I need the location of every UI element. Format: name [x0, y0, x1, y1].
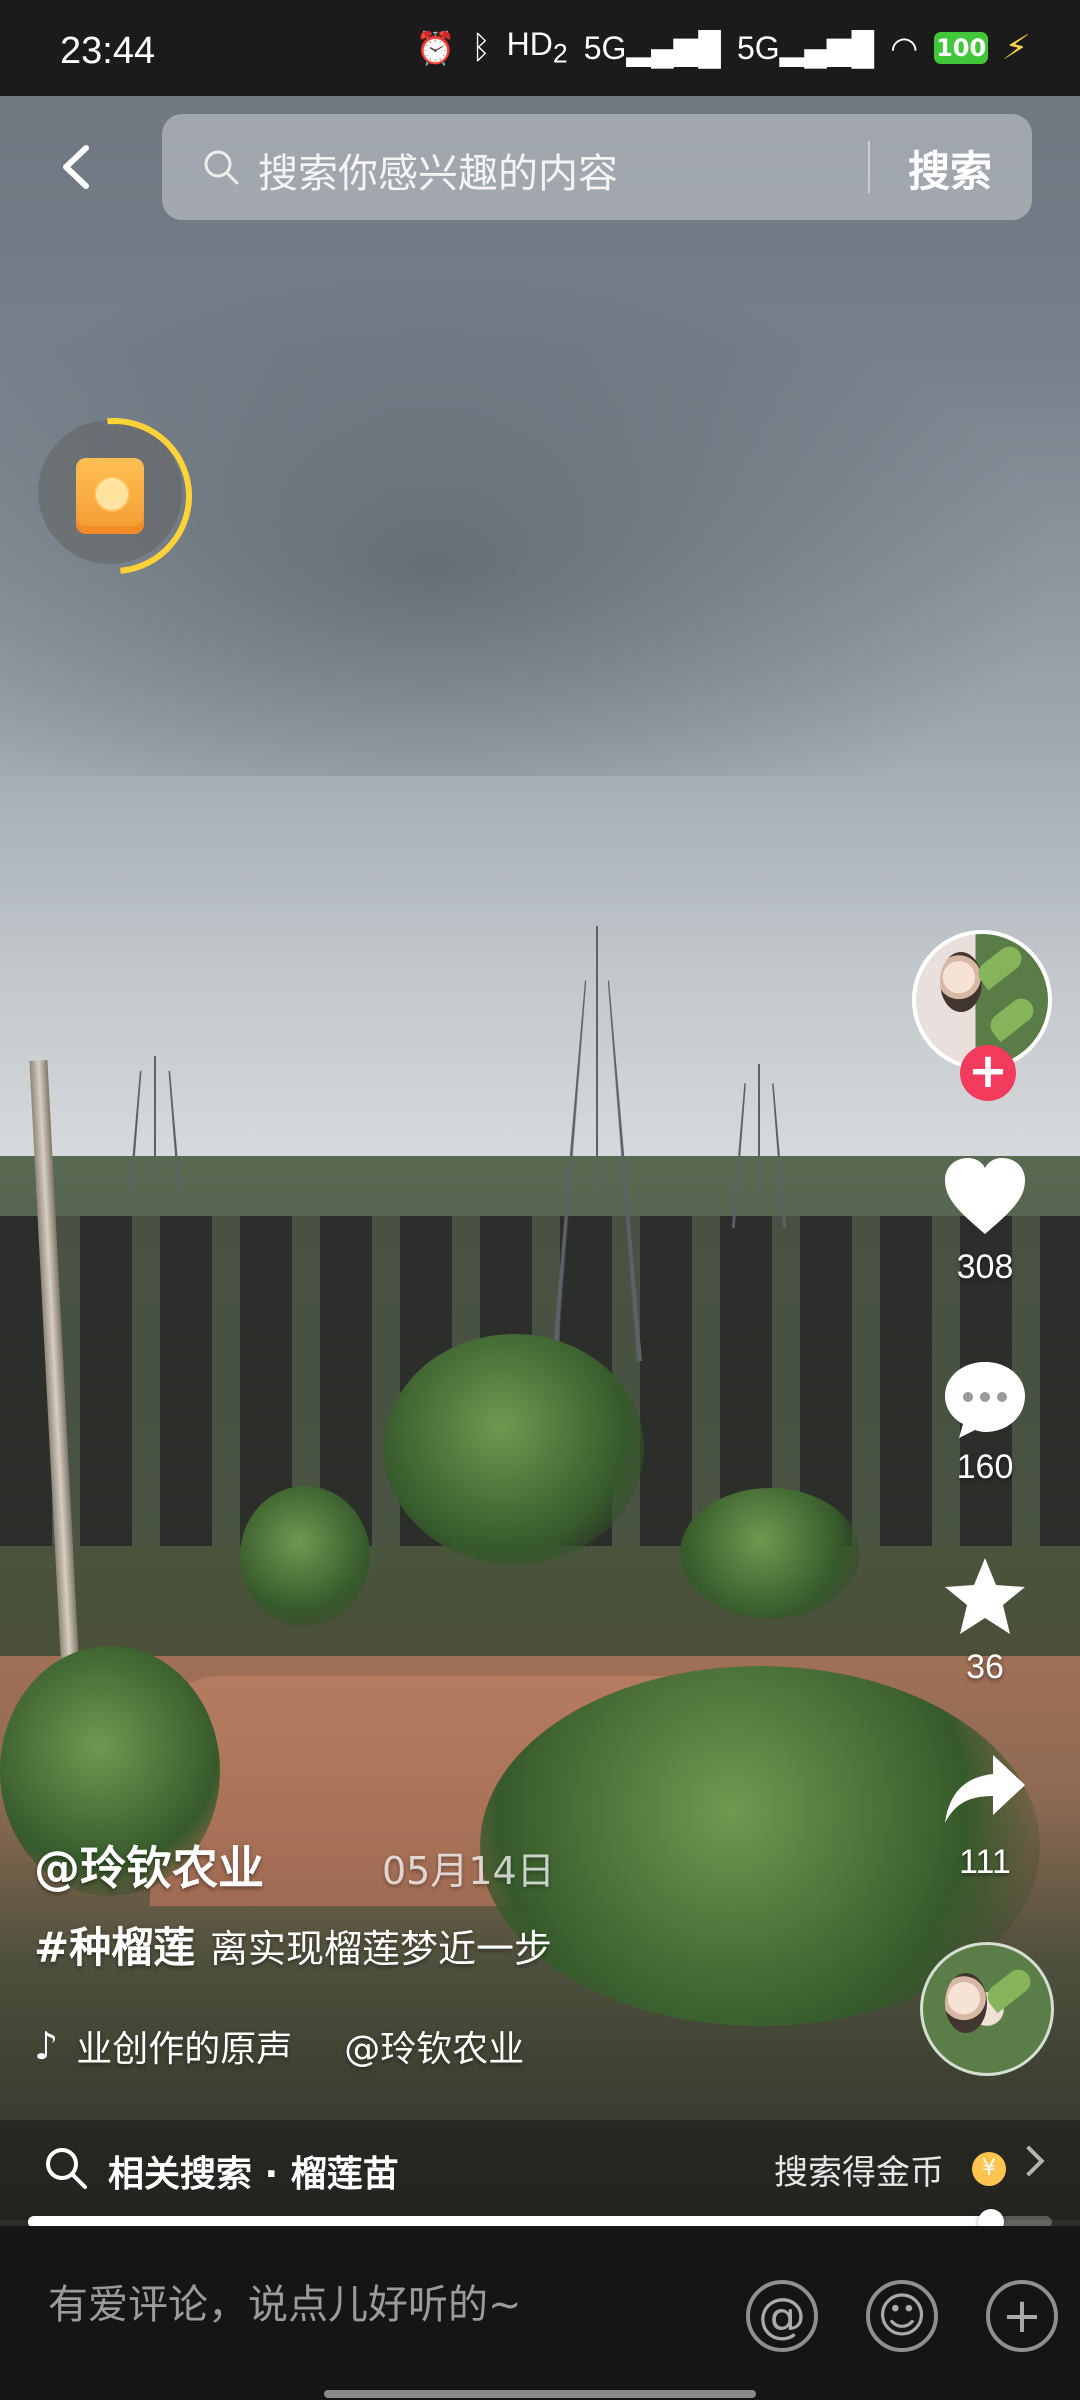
right-action-panel: + 308 160 36 111	[910, 930, 1060, 2090]
author-name[interactable]: @玲钦农业	[34, 1832, 264, 1898]
related-search-bar[interactable]: 相关搜索 · 榴莲苗 搜索得金币 ¥	[0, 2120, 1080, 2220]
hashtag-link[interactable]: #种榴莲	[34, 1914, 195, 1975]
comment-count: 160	[956, 1448, 1014, 1486]
power-tower	[758, 1064, 760, 1204]
mention-button[interactable]: @	[746, 2280, 818, 2352]
music-row[interactable]: ♪ 业创作的原声 @玲钦农业	[34, 2020, 524, 2072]
status-time: 23:44	[60, 30, 156, 72]
favorite-count: 36	[966, 1648, 1004, 1686]
tree	[240, 1486, 370, 1626]
coin-icon: ¥	[972, 2152, 1006, 2186]
coin-reward-widget[interactable]	[38, 420, 182, 564]
avatar-face	[945, 1973, 987, 2033]
related-search-text[interactable]: 相关搜索 · 榴莲苗	[108, 2145, 399, 2197]
search-button[interactable]: 搜索	[908, 138, 992, 199]
post-date: 05月14日	[382, 1849, 555, 1893]
signal-icon: 5G▂▄▆█	[583, 29, 721, 66]
network-label-2: 5G	[736, 29, 780, 66]
comment-button[interactable]: 160	[910, 1350, 1060, 1487]
hd-subscript: 2	[552, 38, 568, 69]
leaf-icon	[982, 1964, 1036, 2014]
back-button[interactable]	[52, 140, 106, 194]
search-coin-text[interactable]: 搜索得金币	[774, 2145, 944, 2194]
avatar-face	[940, 952, 982, 1012]
wifi-icon: ◠	[890, 29, 919, 66]
comment-icon	[945, 1362, 1025, 1438]
comment-bar: 有爱评论，说点儿好听的~ @ ☺ +	[0, 2226, 1080, 2400]
status-icons: ⏰ ᛒ HD2 5G▂▄▆█ 5G▂▄▆█ ◠ 100 ⚡	[415, 26, 1033, 69]
search-divider	[868, 141, 870, 193]
favorite-button[interactable]: 36	[910, 1550, 1060, 1687]
signal-icon: 5G▂▄▆█	[736, 29, 875, 66]
follow-button[interactable]: +	[960, 1045, 1016, 1101]
share-button[interactable]: 111	[910, 1745, 1060, 1882]
comment-input[interactable]: 有爱评论，说点儿好听的~	[48, 2272, 522, 2330]
leaf-icon	[985, 993, 1039, 1043]
search-placeholder[interactable]: 搜索你感兴趣的内容	[258, 141, 618, 199]
emoji-button[interactable]: ☺	[866, 2280, 938, 2352]
music-title[interactable]: 业创作的原声	[76, 2020, 292, 2072]
share-count: 111	[959, 1843, 1011, 1881]
music-disc-avatar[interactable]	[920, 1942, 1054, 2076]
red-packet-icon	[76, 458, 144, 534]
alarm-icon: ⏰	[415, 29, 456, 66]
star-icon	[945, 1558, 1025, 1634]
music-author[interactable]: @玲钦农业	[344, 2020, 524, 2072]
status-bar: 23:44 ⏰ ᛒ HD2 5G▂▄▆█ 5G▂▄▆█ ◠ 100 ⚡	[0, 0, 1080, 96]
home-indicator	[324, 2390, 756, 2398]
add-button[interactable]: +	[986, 2280, 1058, 2352]
tree	[680, 1488, 860, 1618]
like-button[interactable]: 308	[910, 1150, 1060, 1287]
back-icon	[63, 145, 89, 189]
search-icon	[204, 150, 239, 185]
bluetooth-icon: ᛒ	[471, 29, 491, 66]
heart-icon	[945, 1158, 1025, 1234]
caption-text: 离实现榴莲梦近一步	[210, 1927, 553, 1971]
share-icon	[945, 1755, 1025, 1823]
power-tower	[596, 926, 598, 1196]
like-count: 308	[956, 1248, 1014, 1286]
tiktok-music-icon: ♪	[34, 2024, 59, 2068]
hd-icon: HD2	[507, 26, 568, 69]
power-tower	[154, 1056, 156, 1176]
network-label-1: 5G	[583, 29, 627, 66]
battery-icon: 100	[934, 31, 989, 64]
tree	[384, 1334, 644, 1564]
hd-label: HD	[506, 26, 553, 62]
charging-icon: ⚡	[999, 27, 1033, 68]
search-icon	[46, 2148, 87, 2189]
search-bar[interactable]: 搜索你感兴趣的内容 搜索	[162, 114, 1032, 220]
chevron-right-icon	[1013, 2145, 1045, 2177]
